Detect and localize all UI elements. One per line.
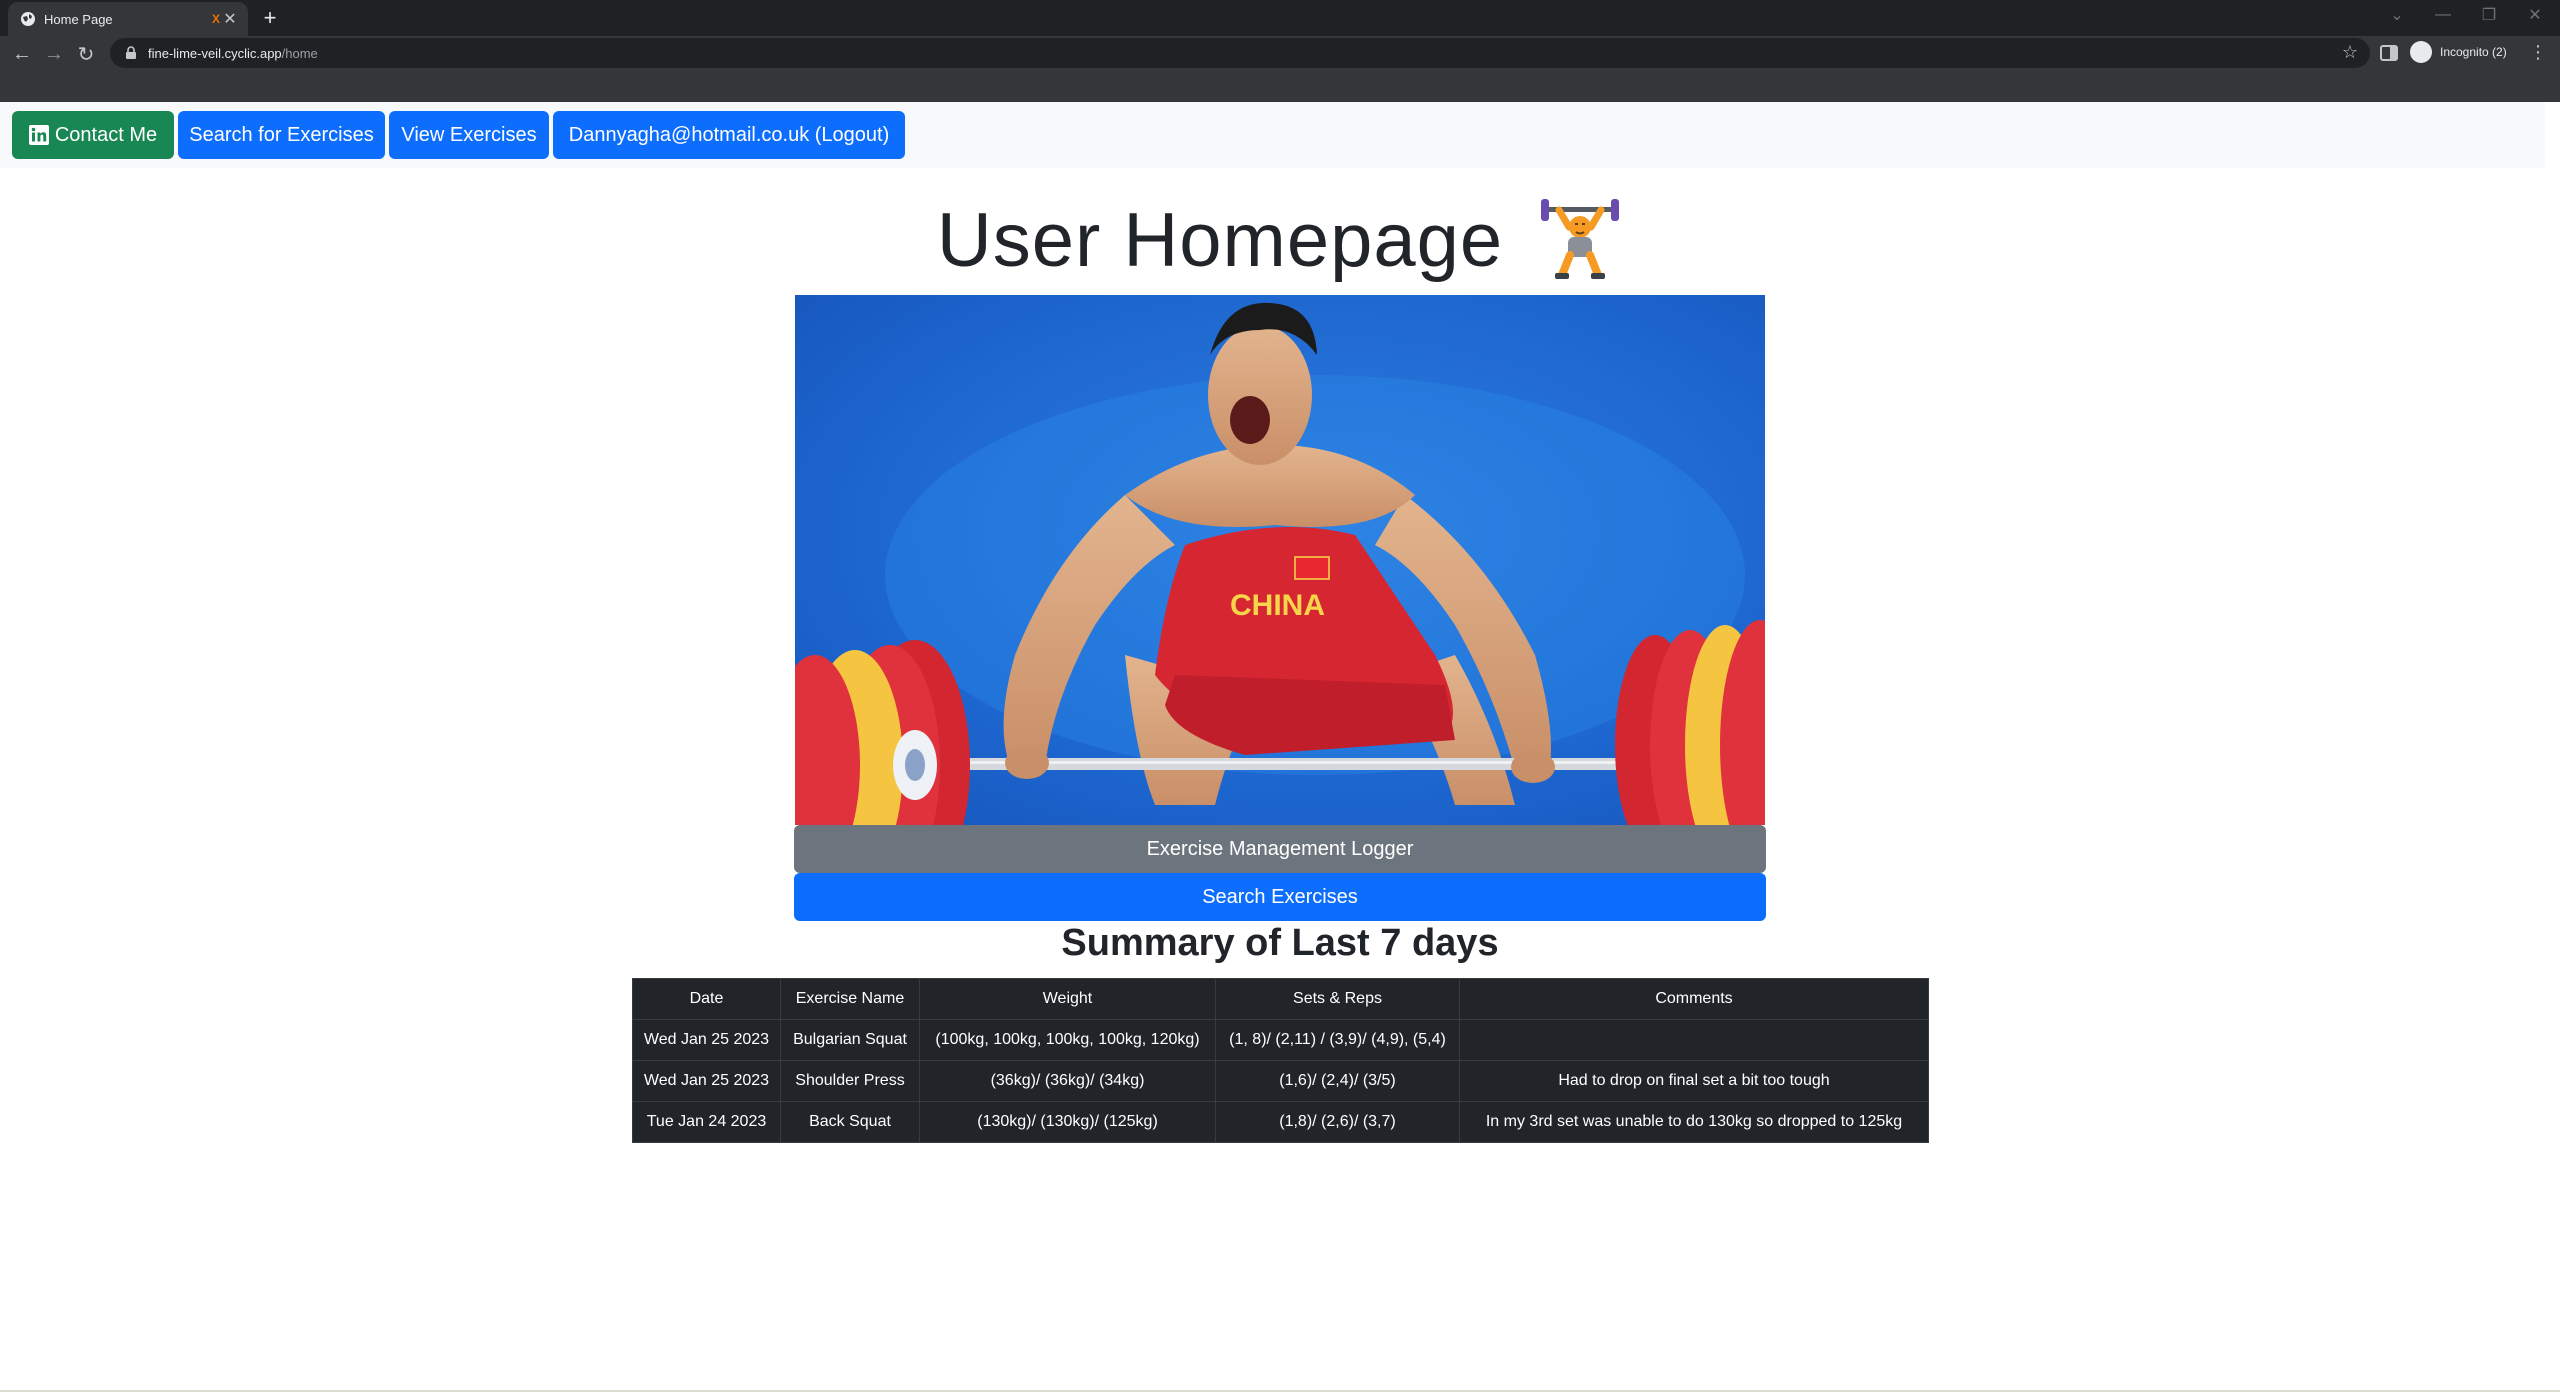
incognito-profile-button[interactable]: Incognito (2) [2410,39,2507,65]
tab-close-icon[interactable]: ✕ [220,9,240,29]
table-row: Tue Jan 24 2023 Back Squat (130kg)/ (130… [632,1101,1929,1143]
svg-text:CHINA: CHINA [1230,589,1325,622]
reload-icon[interactable]: ↻ [72,40,100,68]
cell-sets-reps: (1,6)/ (2,4)/ (3/5) [1215,1060,1460,1102]
search-exercises-label: Search Exercises [1202,885,1358,908]
page-heading: User Homepage [0,190,2560,290]
cell-date: Tue Jan 24 2023 [632,1101,781,1143]
header-comments: Comments [1459,978,1929,1020]
url-host: fine-lime-veil.cyclic.app [148,45,282,61]
cell-exercise-name: Back Squat [780,1101,920,1143]
lock-icon [126,46,136,59]
bookmark-star-icon[interactable]: ☆ [2342,42,2358,63]
search-exercises-button[interactable]: Search Exercises [794,873,1766,921]
new-tab-icon[interactable]: + [258,5,282,30]
side-panel-icon[interactable] [2378,42,2400,64]
table-header-row: Date Exercise Name Weight Sets & Reps Co… [632,978,1929,1020]
cell-weight: (100kg, 100kg, 100kg, 100kg, 120kg) [919,1019,1216,1061]
exercise-logger-button[interactable]: Exercise Management Logger [794,825,1766,873]
globe-icon [21,12,35,26]
back-icon[interactable]: ← [8,40,36,68]
exercise-logger-label: Exercise Management Logger [1146,837,1414,860]
header-weight: Weight [919,978,1216,1020]
browser-menu-icon[interactable]: ⋮ [2528,40,2548,64]
cell-weight: (130kg)/ (130kg)/ (125kg) [919,1101,1216,1143]
table-row: Wed Jan 25 2023 Shoulder Press (36kg)/ (… [632,1060,1929,1102]
address-bar[interactable]: fine-lime-veil.cyclic.app /home ☆ [110,38,2370,68]
cell-exercise-name: Shoulder Press [780,1060,920,1102]
browser-tab-active[interactable]: Home Page X ✕ [8,2,248,36]
tab-title: Home Page [44,11,113,27]
contact-me-button[interactable]: Contact Me [12,111,174,159]
tab-badge: X [211,12,220,26]
header-sets-reps: Sets & Reps [1215,978,1460,1020]
page-title: User Homepage [936,197,1504,283]
logout-label: Dannyagha@hotmail.co.uk (Logout) [568,123,890,146]
cell-date: Wed Jan 25 2023 [632,1060,781,1102]
minimize-icon[interactable]: — [2420,0,2466,30]
url-path: /home [281,45,318,61]
restore-icon[interactable]: ❐ [2466,0,2512,30]
summary-title: Summary of Last 7 days [1061,922,1499,964]
tab-search-icon[interactable]: ⌄ [2374,0,2420,30]
header-date: Date [632,978,781,1020]
linkedin-icon [28,125,49,145]
table-row: Wed Jan 25 2023 Bulgarian Squat (100kg, … [632,1019,1929,1061]
search-for-exercises-label: Search for Exercises [189,123,374,146]
view-exercises-label: View Exercises [401,123,537,146]
incognito-icon [2410,41,2432,63]
search-for-exercises-button[interactable]: Search for Exercises [178,111,385,159]
summary-table: Date Exercise Name Weight Sets & Reps Co… [632,978,1929,1143]
page-body: Contact Me Search for Exercises View Exe… [0,102,2560,1394]
browser-tabstrip: Home Page X ✕ + ⌄ — ❐ ✕ [0,0,2560,36]
cell-sets-reps: (1,8)/ (2,6)/ (3,7) [1215,1101,1460,1143]
close-window-icon[interactable]: ✕ [2512,0,2558,30]
cell-comments [1459,1019,1929,1061]
forward-icon[interactable]: → [40,40,68,68]
cell-exercise-name: Bulgarian Squat [780,1019,920,1061]
cell-weight: (36kg)/ (36kg)/ (34kg) [919,1060,1216,1102]
cell-date: Wed Jan 25 2023 [632,1019,781,1061]
cell-comments: Had to drop on final set a bit too tough [1459,1060,1929,1102]
cell-sets-reps: (1, 8)/ (2,11) / (3,9)/ (4,9), (5,4) [1215,1019,1460,1061]
weightlifter-icon [1541,199,1620,279]
site-navbar: Contact Me Search for Exercises View Exe… [0,102,2545,168]
contact-me-label: Contact Me [54,123,158,146]
incognito-label: Incognito (2) [2440,45,2507,59]
bottom-divider [0,1390,2560,1392]
weightlifter-photo: CHINA [795,295,1765,825]
cell-comments: In my 3rd set was unable to do 130kg so … [1459,1101,1929,1143]
logout-button[interactable]: Dannyagha@hotmail.co.uk (Logout) [553,111,905,159]
view-exercises-button[interactable]: View Exercises [389,111,549,159]
header-exercise-name: Exercise Name [780,978,920,1020]
